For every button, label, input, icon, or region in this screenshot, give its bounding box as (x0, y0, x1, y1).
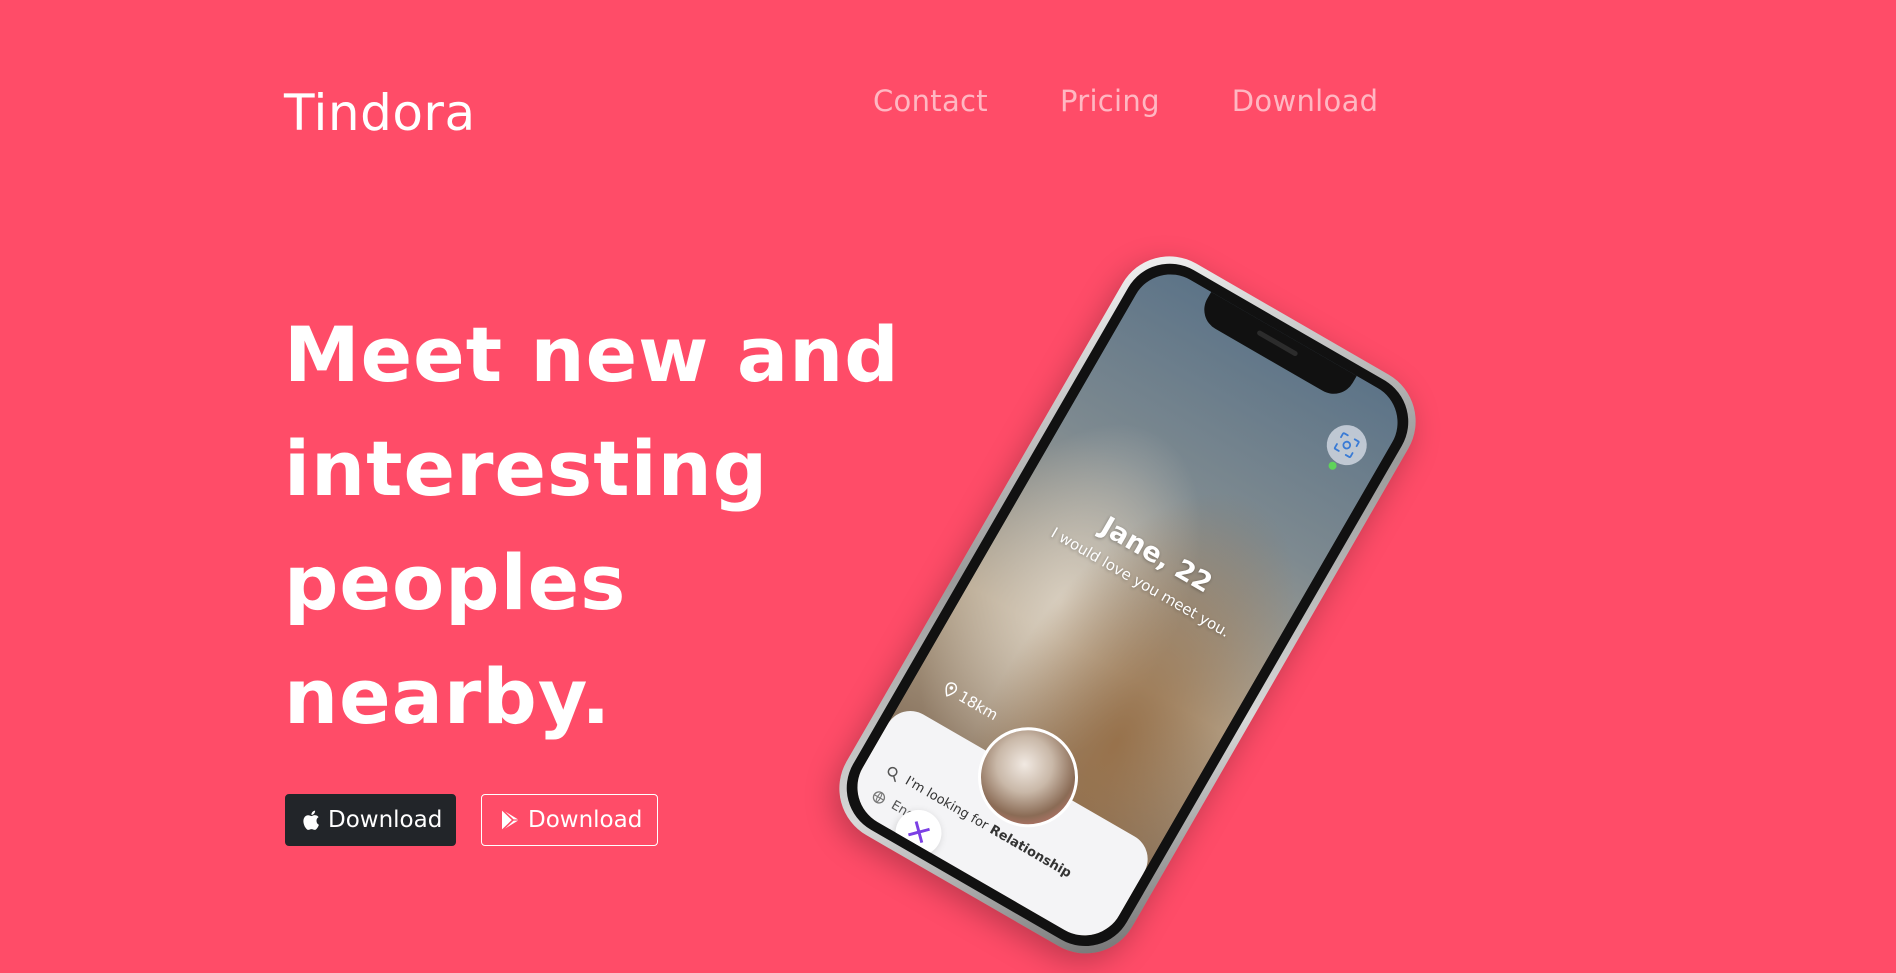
brand-logo[interactable]: Tindora (284, 84, 476, 142)
google-play-icon (501, 808, 519, 832)
distance-indicator: 18km (940, 678, 1001, 724)
close-icon: ✕ (898, 811, 939, 855)
profile-card: I'm looking for Relationship English ✕ (842, 701, 1158, 950)
phone-notch (1196, 291, 1357, 402)
play-store-download-label: Download (528, 807, 643, 833)
nav-link-pricing[interactable]: Pricing (1060, 84, 1160, 118)
globe-icon (873, 790, 886, 804)
hero-title-line-3: peoples (284, 538, 627, 627)
nav-link-download[interactable]: Download (1232, 84, 1379, 118)
hero-title: Meet new and interesting peoples nearby. (284, 298, 984, 754)
phone-mockup: Jane, 22 I would love you meet you. 18km (819, 236, 1896, 973)
apple-icon (303, 810, 319, 830)
scan-icon (1333, 432, 1360, 458)
distance-label: 18km (955, 687, 1002, 725)
app-store-download-label: Download (328, 807, 443, 833)
app-store-download-button[interactable]: Download (285, 794, 456, 846)
top-nav: Contact Pricing Download (873, 84, 1378, 118)
phone-screen: Jane, 22 I would love you meet you. 18km (842, 259, 1413, 950)
search-icon (887, 766, 898, 782)
play-store-download-button[interactable]: Download (481, 794, 658, 846)
phone-bezel: Jane, 22 I would love you meet you. 18km (829, 246, 1426, 964)
hero-title-line-2: interesting (284, 424, 769, 513)
phone-frame: Jane, 22 I would love you meet you. 18km (819, 236, 1436, 973)
looking-for-value: Relationship (986, 822, 1074, 882)
nav-link-contact[interactable]: Contact (873, 84, 988, 118)
hero-title-line-1: Meet new and (284, 310, 900, 399)
profile-name: Jane, 22 (1095, 510, 1218, 600)
